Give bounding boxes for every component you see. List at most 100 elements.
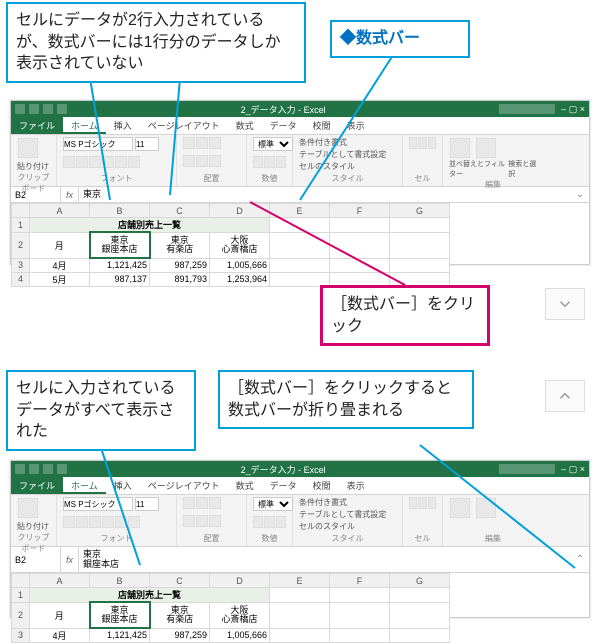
sort-filter-button[interactable]	[450, 138, 470, 158]
tab-home-2[interactable]: ホーム	[63, 477, 106, 494]
cell-B4[interactable]: 987,137	[90, 272, 150, 286]
paste-button-2[interactable]	[18, 498, 38, 518]
close-button-2[interactable]: ×	[580, 464, 585, 474]
font-buttons[interactable]	[63, 156, 170, 168]
cell-C2[interactable]: 東京有楽店	[150, 232, 210, 258]
tab-page-layout-2[interactable]: ページレイアウト	[140, 477, 228, 494]
font-size-input[interactable]	[135, 137, 159, 151]
fx-icon[interactable]: fx	[61, 187, 79, 202]
paste-button[interactable]	[18, 138, 38, 158]
tab-formulas-2[interactable]: 数式	[228, 477, 262, 494]
worksheet[interactable]: A B C D E F G 1 店舗別売上一覧 2 月 東京銀座本店 東京有楽店…	[11, 203, 589, 287]
select-all-2[interactable]	[12, 574, 30, 588]
tab-data-2[interactable]: データ	[262, 477, 305, 494]
cell-B2-selected[interactable]: 東京銀座本店	[90, 232, 150, 258]
number-buttons[interactable]	[253, 156, 286, 168]
find-select-button[interactable]	[476, 138, 496, 158]
style-cell[interactable]: セルのスタイル	[299, 161, 396, 172]
minimize-button-2[interactable]: –	[561, 464, 566, 474]
number-format-select-2[interactable]: 標準	[253, 497, 293, 511]
cell-B2-selected-2[interactable]: 東京銀座本店	[90, 602, 150, 628]
worksheet-2[interactable]: A B C D E F G 1 店舗別売上一覧 2 月 東京銀座本店 東京有楽店…	[11, 573, 589, 643]
tab-file[interactable]: ファイル	[11, 117, 63, 134]
col-E[interactable]: E	[270, 204, 330, 218]
fx-icon-2[interactable]: fx	[61, 547, 79, 572]
chevron-down-icon	[556, 295, 574, 313]
tab-insert[interactable]: 挿入	[106, 117, 140, 134]
col-F[interactable]: F	[330, 204, 390, 218]
quick-access-toolbar[interactable]	[15, 104, 67, 114]
title-bar-2: 2_データ入力 - Excel – ▢ ×	[11, 461, 589, 477]
ribbon-group-font: フォント	[57, 135, 177, 186]
name-box-2[interactable]: B2	[11, 547, 61, 572]
tab-formulas[interactable]: 数式	[228, 117, 262, 134]
cell-A4[interactable]: 5月	[30, 272, 90, 286]
tab-insert-2[interactable]: 挿入	[106, 477, 140, 494]
maximize-button[interactable]: ▢	[569, 104, 578, 115]
chevron-down-box[interactable]	[545, 288, 585, 320]
row-2[interactable]: 2	[12, 232, 30, 258]
row-3[interactable]: 3	[12, 258, 30, 272]
align-buttons-2[interactable]	[183, 155, 240, 167]
cell-B3[interactable]: 1,121,425	[90, 258, 150, 272]
ribbon-group-cells: セル	[403, 135, 443, 186]
tab-home[interactable]: ホーム	[63, 117, 106, 134]
cell-A2[interactable]: 月	[30, 232, 90, 258]
font-name-input-2[interactable]	[63, 497, 133, 511]
col-D[interactable]: D	[210, 204, 270, 218]
cell-C3[interactable]: 987,259	[150, 258, 210, 272]
table-title[interactable]: 店舗別売上一覧	[30, 218, 270, 233]
col-A[interactable]: A	[30, 204, 90, 218]
font-name-input[interactable]	[63, 137, 133, 151]
chevron-up-icon	[556, 387, 574, 405]
formula-bar-row-expanded: B2 fx 東京 銀座本店 ⌃	[11, 547, 589, 573]
formula-bar[interactable]: 東京	[79, 187, 571, 202]
col-C[interactable]: C	[150, 204, 210, 218]
style-table[interactable]: テーブルとして書式設定	[299, 149, 396, 160]
minimize-button[interactable]: –	[561, 104, 566, 114]
formula-bar-2[interactable]: 東京 銀座本店	[79, 547, 571, 572]
number-format-select[interactable]: 標準	[253, 137, 293, 151]
tab-view[interactable]: 表示	[339, 117, 373, 134]
user-badge[interactable]	[499, 104, 555, 114]
style-conditional[interactable]: 条件付き書式	[299, 137, 396, 148]
tab-review[interactable]: 校閲	[305, 117, 339, 134]
excel-window-collapsed: 2_データ入力 - Excel – ▢ × ファイル ホーム 挿入 ページレイア…	[10, 100, 590, 265]
maximize-button-2[interactable]: ▢	[569, 464, 578, 475]
callout-formula-bar-text: ◆数式バー	[340, 30, 420, 47]
find-select-label: 検索と選択	[508, 159, 537, 179]
row-1[interactable]: 1	[12, 218, 30, 233]
row-4[interactable]: 4	[12, 272, 30, 286]
formula-bar-expand-button[interactable]: ⌄	[571, 187, 589, 202]
col-G[interactable]: G	[390, 204, 450, 218]
font-size-input-2[interactable]	[135, 497, 159, 511]
cell-D3[interactable]: 1,005,666	[210, 258, 270, 272]
ribbon-2: 貼り付けクリップボード フォント 配置 標準数値 条件付き書式テーブルとして書式…	[11, 495, 589, 547]
table-title-2[interactable]: 店舗別売上一覧	[30, 588, 270, 603]
select-all[interactable]	[12, 204, 30, 218]
name-box[interactable]: B2	[11, 187, 61, 202]
quick-access-toolbar-2[interactable]	[15, 464, 67, 474]
tab-view-2[interactable]: 表示	[339, 477, 373, 494]
tab-data[interactable]: データ	[262, 117, 305, 134]
sort-filter-button-2[interactable]	[450, 498, 470, 518]
user-badge-2[interactable]	[499, 464, 555, 474]
cell-D4[interactable]: 1,253,964	[210, 272, 270, 286]
chevron-up-box[interactable]	[545, 380, 585, 412]
formula-bar-text-line1: 東京	[83, 550, 567, 560]
cell-buttons[interactable]	[409, 137, 436, 149]
find-select-button-2[interactable]	[476, 498, 496, 518]
ribbon-group-editing: 並べ替えとフィルター 検索と選択 編集	[443, 135, 543, 186]
formula-bar-collapse-button[interactable]: ⌃	[571, 547, 589, 572]
cell-A3[interactable]: 4月	[30, 258, 90, 272]
cell-D2[interactable]: 大阪心斎橋店	[210, 232, 270, 258]
paste-label: 貼り付け	[17, 161, 50, 172]
callout-formula-bar-label: ◆数式バー	[330, 20, 470, 58]
cell-C4[interactable]: 891,793	[150, 272, 210, 286]
tab-file-2[interactable]: ファイル	[11, 477, 63, 494]
tab-review-2[interactable]: 校閲	[305, 477, 339, 494]
tab-page-layout[interactable]: ページレイアウト	[140, 117, 228, 134]
col-B[interactable]: B	[90, 204, 150, 218]
close-button[interactable]: ×	[580, 104, 585, 114]
align-buttons-1[interactable]	[183, 137, 240, 149]
